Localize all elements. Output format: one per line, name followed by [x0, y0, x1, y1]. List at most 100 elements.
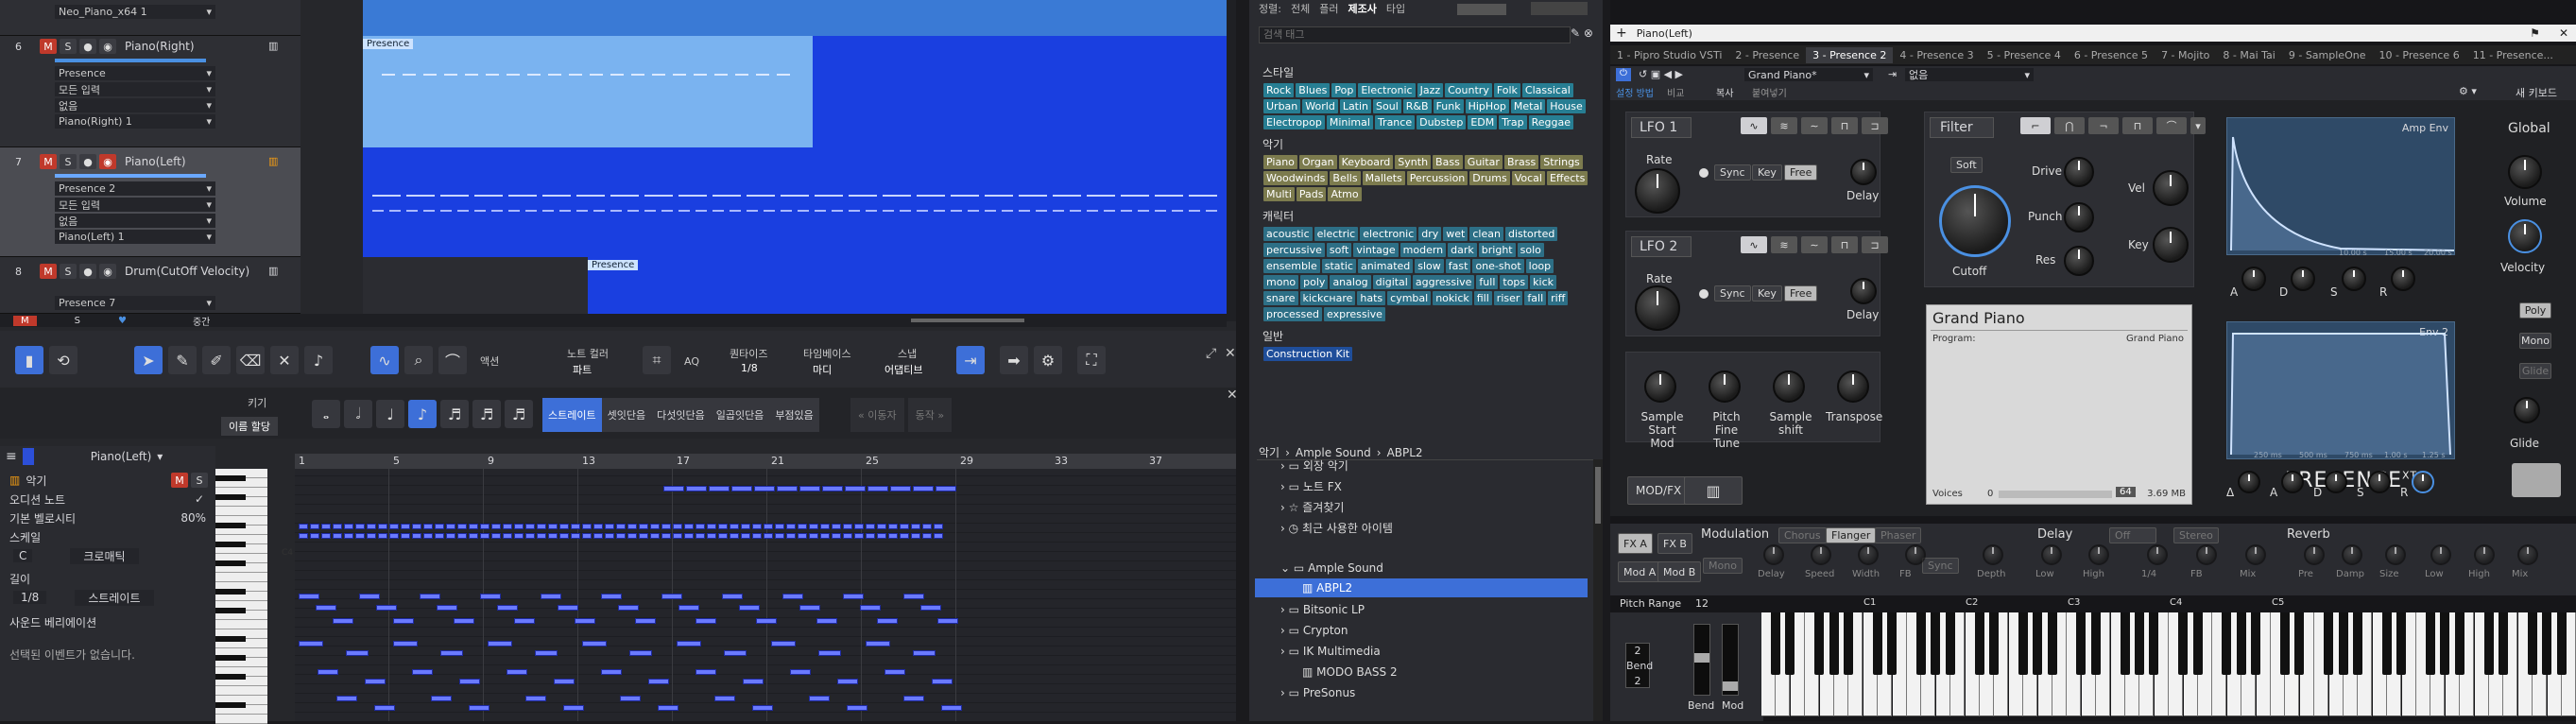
- mute-tool-icon[interactable]: ✕: [270, 346, 299, 374]
- tag-browser.char_tags-38[interactable]: processed: [1263, 307, 1323, 321]
- tag-browser.style_tags-14[interactable]: HipHop: [1465, 99, 1509, 113]
- inspector-solo[interactable]: S: [191, 473, 208, 488]
- midi-note[interactable]: [299, 524, 308, 529]
- midi-note[interactable]: [696, 524, 705, 529]
- sixtyfourth-note-icon[interactable]: ♬: [505, 400, 533, 428]
- midi-note[interactable]: [316, 605, 336, 611]
- midi-note[interactable]: [620, 696, 641, 701]
- arrange-scrollbar[interactable]: [1227, 0, 1236, 321]
- midi-note[interactable]: [752, 705, 773, 711]
- keyboard-black-key[interactable]: [2149, 612, 2159, 675]
- tag-browser.char_tags-16[interactable]: animated: [1357, 259, 1414, 273]
- tree-item-ik[interactable]: › ▭ IK Multimedia: [1280, 645, 1381, 658]
- midi-note[interactable]: [658, 705, 678, 711]
- quantize-icon[interactable]: ⌗: [643, 346, 671, 374]
- midi-note[interactable]: [718, 533, 728, 539]
- midi-note[interactable]: [469, 533, 478, 539]
- tag-browser.char_tags-3[interactable]: dry: [1418, 227, 1442, 241]
- midi-note[interactable]: [639, 533, 648, 539]
- tag-search-input[interactable]: [1259, 26, 1571, 43]
- copy-button[interactable]: 복사: [1716, 85, 1733, 99]
- output-select[interactable]: Piano(Left) 1 ▾: [55, 230, 215, 244]
- midi-note[interactable]: [582, 641, 607, 646]
- tag-browser.char_tags-14[interactable]: ensemble: [1263, 259, 1320, 273]
- piano-key-black[interactable]: [215, 608, 246, 613]
- tag-browser.inst_tags-12[interactable]: Drums: [1469, 171, 1510, 185]
- mute-button[interactable]: M: [40, 264, 57, 279]
- midi-note[interactable]: [336, 696, 357, 701]
- midi-note[interactable]: [786, 533, 796, 539]
- septuplet-button[interactable]: 일곱잇단음: [710, 398, 770, 432]
- keyboard-black-key[interactable]: [1989, 612, 1999, 675]
- keyboard-black-key[interactable]: [2426, 612, 2435, 675]
- monitor-button[interactable]: ●: [79, 264, 96, 279]
- midi-note[interactable]: [423, 524, 433, 529]
- keyboard-black-key[interactable]: [1887, 612, 1898, 675]
- midi-note[interactable]: [854, 533, 864, 539]
- tag-browser.char_tags-23[interactable]: analog: [1330, 275, 1371, 289]
- midi-note[interactable]: [299, 594, 319, 599]
- midi-note[interactable]: [575, 618, 595, 624]
- track-output-select[interactable]: Neo_Piano_x64 1 ▾: [55, 5, 215, 19]
- midi-note[interactable]: [890, 486, 911, 491]
- midi-note[interactable]: [696, 669, 716, 675]
- midi-note[interactable]: [696, 533, 705, 539]
- tag-browser.char_tags-5[interactable]: clean: [1469, 227, 1503, 241]
- midi-note[interactable]: [514, 533, 524, 539]
- compare-button[interactable]: 비교: [1667, 85, 1684, 99]
- tree-item-abpl2[interactable]: ▥ ABPL2: [1302, 581, 1352, 595]
- tag-browser.inst_tags-17[interactable]: Atmo: [1328, 187, 1362, 201]
- tag-browser.char_tags-12[interactable]: bright: [1478, 243, 1516, 257]
- keyboard-black-key[interactable]: [2251, 612, 2261, 675]
- pitch-range-value[interactable]: 12: [1695, 597, 1709, 610]
- tag-browser.style_tags-7[interactable]: Classical: [1521, 83, 1573, 97]
- fullscreen-icon[interactable]: ⛶: [1077, 346, 1106, 374]
- tag-browser.char_tags-25[interactable]: aggressive: [1412, 275, 1475, 289]
- midi-note[interactable]: [627, 533, 637, 539]
- tag-browser.char_tags-32[interactable]: cymbal: [1387, 291, 1432, 305]
- tag-browser.char_tags-39[interactable]: expressive: [1324, 307, 1385, 321]
- midi-note[interactable]: [900, 533, 909, 539]
- midi-note[interactable]: [752, 533, 762, 539]
- midi-note[interactable]: [764, 524, 773, 529]
- midi-note[interactable]: [771, 641, 796, 646]
- keyboard-black-key[interactable]: [2076, 612, 2087, 675]
- midi-note[interactable]: [673, 533, 682, 539]
- midi-note[interactable]: [514, 524, 524, 529]
- quarter-note-icon[interactable]: ♩: [376, 400, 404, 428]
- midi-note[interactable]: [389, 533, 399, 539]
- midi-note[interactable]: [911, 533, 920, 539]
- clip-piano-right-b[interactable]: [813, 36, 1236, 147]
- midi-note[interactable]: [344, 524, 353, 529]
- scale-key-select[interactable]: C: [13, 549, 33, 562]
- keyboard-black-key[interactable]: [2353, 612, 2362, 675]
- listen-tool-icon[interactable]: ♪: [304, 346, 333, 374]
- keyboard-black-key[interactable]: [1945, 612, 1955, 675]
- midi-note[interactable]: [837, 679, 858, 684]
- close-icon[interactable]: ✕: [1225, 346, 1236, 361]
- keyboard-black-key[interactable]: [2381, 612, 2392, 675]
- midi-note[interactable]: [435, 524, 444, 529]
- sample-start-knob[interactable]: [1644, 371, 1676, 403]
- midi-note[interactable]: [663, 486, 684, 491]
- piano-key-black[interactable]: [215, 636, 246, 642]
- tag-browser.char_tags-10[interactable]: modern: [1400, 243, 1447, 257]
- keyboard-black-key[interactable]: [1916, 612, 1926, 675]
- midi-note[interactable]: [684, 533, 694, 539]
- keyboard-black-key[interactable]: [2120, 612, 2130, 675]
- keyboard-black-key[interactable]: [1785, 612, 1795, 675]
- tag-browser.char_tags-13[interactable]: solo: [1517, 243, 1544, 257]
- midi-note[interactable]: [401, 524, 410, 529]
- tag-browser.char_tags-11[interactable]: dark: [1448, 243, 1477, 257]
- midi-note[interactable]: [616, 533, 626, 539]
- keyboard-black-key[interactable]: [2294, 612, 2305, 675]
- midi-note[interactable]: [367, 524, 376, 529]
- expand-icon[interactable]: ⤢: [1206, 346, 1216, 361]
- mod-wheel[interactable]: [1722, 624, 1739, 696]
- midi-note[interactable]: [843, 524, 852, 529]
- midi-note[interactable]: [629, 650, 652, 656]
- midi-note[interactable]: [650, 524, 660, 529]
- midi-note[interactable]: [503, 533, 512, 539]
- midi-note[interactable]: [843, 594, 864, 599]
- tag-browser.style_tags-9[interactable]: World: [1302, 99, 1338, 113]
